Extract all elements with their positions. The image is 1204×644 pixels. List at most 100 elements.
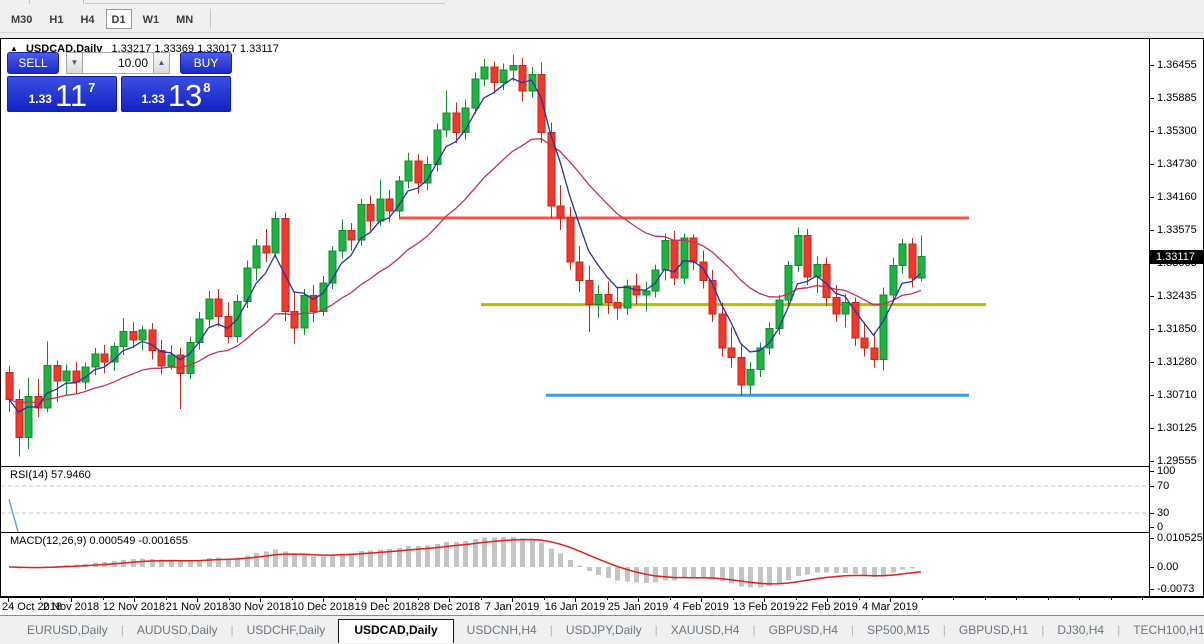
date-minor-tick [607,598,608,600]
axis-tick [1150,329,1154,330]
date-minor-tick [1079,598,1080,600]
ma-slow-line [9,139,921,403]
volume-increase-button[interactable]: ▲ [153,52,170,74]
panel-splitter[interactable] [1,466,1150,467]
axis-tick [1150,589,1154,590]
timeframe-button-m30[interactable]: M30 [5,9,38,29]
axis-tick [1150,513,1154,514]
price-axis-label: 1.33575 [1157,224,1197,236]
chart-tab-usdchf[interactable]: USDCHF,Daily [234,620,339,642]
chart-tab-dj30[interactable]: DJ30,H4 [1044,620,1117,642]
chart-tab-gbpusd[interactable]: GBPUSD,H4 [756,620,851,642]
macd-axis-label: 0.010525 [1157,532,1203,544]
sell-price-sup: 7 [88,80,95,95]
date-minor-tick [481,598,482,600]
date-minor-tick [1016,598,1017,600]
axis-tick [1150,362,1154,363]
date-minor-tick [355,598,356,600]
axis-tick [1150,164,1154,165]
volume-input[interactable] [83,52,153,74]
toolbar-separator [83,0,84,4]
macd-axis-label: -0.0073 [1157,583,1194,595]
sell-price-panel[interactable]: 1.33 11 7 [7,76,117,112]
date-minor-tick [796,598,797,600]
date-minor-tick [859,598,860,600]
price-axis-label: 1.30125 [1157,422,1197,434]
toolbar-edge [85,3,445,4]
macd-name: MACD(12,26,9) [10,535,86,547]
chart-tab-sp500[interactable]: SP500,M15 [854,620,943,642]
price-axis[interactable]: 1.364551.358851.353001.347301.341601.335… [1149,39,1203,596]
rsi-axis-label: 100 [1157,465,1175,477]
date-minor-tick [670,598,671,600]
price-axis-label: 1.35300 [1157,125,1197,137]
price-axis-label: 1.31850 [1157,323,1197,335]
up-arrow-icon: ▲ [158,58,166,67]
axis-tick [1150,486,1154,487]
rsi-name: RSI(14) [10,469,48,481]
date-minor-tick [1048,598,1049,600]
axis-tick [1150,527,1154,528]
chart-tab-usdjpy[interactable]: USDJPY,Daily [553,620,655,642]
date-minor-tick [103,598,104,600]
timeframe-button-w1[interactable]: W1 [137,9,166,29]
volume-decrease-button[interactable]: ▼ [66,52,83,74]
axis-tick [1150,567,1154,568]
chart-tab-tech100[interactable]: TECH100,H1 [1120,620,1204,642]
axis-tick [1150,395,1154,396]
panel-splitter[interactable] [1,532,1150,533]
rsi-value: 57.9460 [51,469,91,481]
chart-tab-usdcad[interactable]: USDCAD,Daily [338,619,453,643]
buy-price-big: 13 [168,81,202,110]
price-axis-label: 1.36455 [1157,59,1197,71]
rsi-label: RSI(14) 57.9460 [10,469,91,481]
price-axis-label: 1.30710 [1157,389,1197,401]
chart-tab-usdcnh[interactable]: USDCNH,H4 [454,620,550,642]
chart-tab-eurusd[interactable]: EURUSD,Daily [14,620,121,642]
date-minor-tick [922,598,923,600]
axis-tick [1150,461,1154,462]
macd-values: 0.000549 -0.001655 [89,535,187,547]
axis-tick [1150,230,1154,231]
chart-tab-audusd[interactable]: AUDUSD,Daily [124,620,231,642]
timeframe-button-h4[interactable]: H4 [74,9,100,29]
date-minor-tick [544,598,545,600]
date-label: 4 Mar 2019 [850,601,930,613]
date-minor-tick [733,598,734,600]
macd-label: MACD(12,26,9) 0.000549 -0.001655 [10,535,188,547]
timeframe-button-mn[interactable]: MN [170,9,199,29]
sell-price-prefix: 1.33 [29,92,52,106]
price-axis-label: 1.32435 [1157,290,1197,302]
axis-tick [1150,296,1154,297]
axis-tick [1150,65,1154,66]
axis-tick [1150,131,1154,132]
axis-tick [1150,428,1154,429]
axis-tick [1150,538,1154,539]
macd-axis-label: 0.00 [1157,561,1178,573]
date-minor-tick [166,598,167,600]
current-price-box: 1.33117 [1150,250,1203,264]
date-axis[interactable]: 24 Oct 20182 Nov 201812 Nov 201821 Nov 2… [0,597,1204,615]
timeframe-button-h1[interactable]: H1 [43,9,69,29]
date-minor-tick [40,598,41,600]
toolbar-separator [210,9,211,29]
axis-tick [1150,471,1154,472]
buy-button[interactable]: BUY [180,52,232,74]
date-minor-tick [1142,598,1143,600]
buy-price-panel[interactable]: 1.33 13 8 [121,76,231,112]
date-minor-tick [953,598,954,600]
chart-tab-xauusd[interactable]: XAUUSD,H4 [658,620,753,642]
toolbar-separator [29,0,30,4]
buy-price-prefix: 1.33 [141,92,164,106]
axis-tick [1150,98,1154,99]
chart-tab-gbpusd[interactable]: GBPUSD,H1 [946,620,1041,642]
rsi-axis-label: 30 [1157,507,1169,519]
chart-tab-bar: EURUSD,Daily|AUDUSD,Daily|USDCHF,DailyUS… [0,615,1204,644]
sell-price-big: 11 [55,81,87,110]
sell-button[interactable]: SELL [7,52,59,74]
rsi-panel-canvas[interactable] [1,467,1150,532]
rsi-axis-label: 70 [1157,480,1169,492]
chart-window: ▲ USDCAD,Daily 1.33217 1.33369 1.33017 1… [0,38,1204,597]
timeframe-button-d1[interactable]: D1 [106,9,132,29]
date-minor-tick [1111,598,1112,600]
